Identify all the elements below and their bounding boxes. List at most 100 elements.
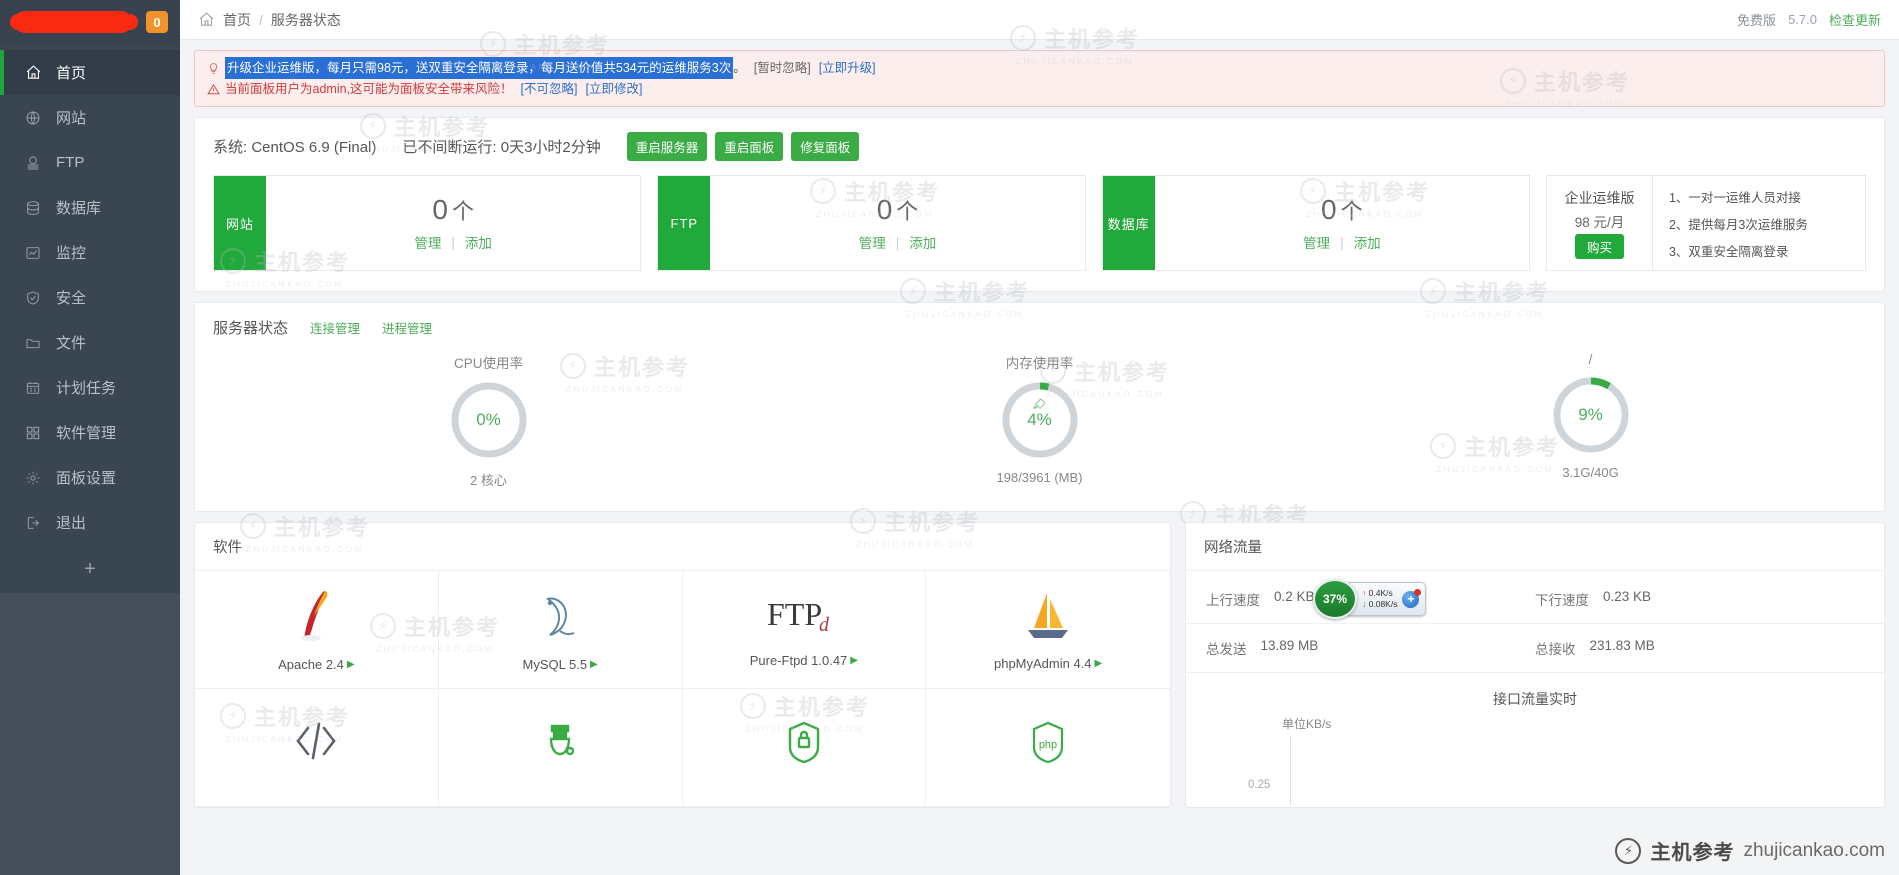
add-link[interactable]: 添加 [909, 232, 936, 252]
stat-card-side-label: 数据库 [1102, 176, 1155, 270]
sidebar-item-website[interactable]: 网站 [0, 95, 180, 140]
mysql-dolphin-icon [534, 587, 586, 643]
software-item-php[interactable]: php [926, 689, 1170, 807]
software-item-label: phpMyAdmin 4.4 ▶ [993, 656, 1103, 671]
database-icon [22, 197, 44, 219]
sidebar-item-database[interactable]: 数据库 [0, 185, 180, 230]
brand-domain: zhujicankao.com [1743, 839, 1885, 861]
gauge-subtext: 2 核心 [470, 473, 507, 488]
stat-card-unit: 个 [1340, 199, 1363, 224]
gauge-label: CPU使用率 [453, 356, 523, 371]
alert-upgrade-tail: 。 [733, 61, 746, 75]
home-icon[interactable] [198, 11, 215, 28]
system-overview-panel: 系统: CentOS 6.9 (Final) 已不间断运行: 0天3小时2分钟 … [194, 117, 1885, 292]
breadcrumb-home[interactable]: 首页 [223, 10, 251, 30]
plus-badge-icon[interactable]: + [1402, 588, 1422, 608]
stat-card-unit: 个 [896, 199, 919, 224]
sidebar-item-label: 监控 [56, 245, 87, 262]
software-item-tomcat[interactable] [438, 689, 683, 807]
promo-feature-item: 3、双重安全隔离登录 [1668, 244, 1789, 259]
alert-upgrade-link[interactable]: [立即升级] [819, 58, 876, 78]
netspeed-panel[interactable]: ↑ 0.4K/s ↓ 0.08K/s + [1345, 582, 1427, 616]
alert-modify-link[interactable]: [立即修改] [585, 79, 642, 99]
svg-text:php: php [1039, 739, 1057, 751]
server-status-header: 服务器状态 连接管理 进程管理 [195, 303, 1884, 352]
brand-name-cn: 主机参考 [1650, 842, 1735, 864]
gauge-value: 0% [476, 410, 501, 429]
sidebar-item-label: FTP [56, 154, 85, 171]
software-item-phpmyadmin[interactable]: phpMyAdmin 4.4 ▶ [926, 571, 1170, 689]
sidebar-item-label: 面板设置 [56, 470, 117, 487]
stat-card-side-label: 网站 [214, 176, 266, 270]
sidebar-item-files[interactable]: 文件 [0, 320, 180, 365]
code-brackets-icon [291, 718, 341, 764]
software-item-pureftpd[interactable]: FTP d Pure-Ftpd 1.0.47 ▶ [682, 571, 927, 689]
total-received-label: 总接收 [1535, 642, 1576, 657]
software-item-label: Apache 2.4 ▶ [278, 657, 355, 672]
repair-panel-button[interactable]: 修复面板 [791, 132, 860, 161]
os-label: 系统: CentOS 6.9 (Final) [213, 139, 377, 156]
total-received-value: 231.83 MB [1589, 638, 1655, 653]
software-item-apache[interactable]: Apache 2.4 ▶ [195, 571, 439, 689]
sidebar-item-logout[interactable]: 退出 [0, 500, 180, 545]
gauge-cpu: CPU使用率 0% 2 核心 [213, 352, 764, 489]
breadcrumb: 首页 / 服务器状态 [198, 10, 341, 30]
download-speed-cell: 下行速度 0.23 KB [1535, 589, 1864, 609]
check-update-link[interactable]: 检查更新 [1829, 10, 1881, 29]
software-item-code[interactable] [195, 689, 439, 807]
process-manager-link[interactable]: 进程管理 [382, 318, 432, 337]
sidebar-item-ftp[interactable]: FTP [0, 140, 180, 185]
restart-panel-button[interactable]: 重启面板 [715, 132, 784, 161]
sidebar-item-label: 网站 [56, 110, 87, 127]
total-sent-cell: 总发送 13.89 MB [1206, 638, 1535, 658]
sidebar-item-monitor[interactable]: 监控 [0, 230, 180, 275]
total-sent-label: 总发送 [1206, 642, 1247, 657]
netspeed-percent[interactable]: 37% [1313, 579, 1357, 619]
connection-manager-link[interactable]: 连接管理 [310, 318, 360, 337]
notification-badge[interactable]: 0 [146, 11, 168, 33]
shield-check-icon [22, 287, 44, 309]
stat-card-count-wrap: 0个 [1321, 194, 1363, 226]
manage-link[interactable]: 管理 [1303, 232, 1330, 252]
chart-unit-label: 单位KB/s [1282, 717, 1332, 731]
server-status-panel: 服务器状态 连接管理 进程管理 CPU使用率 0% 2 核心 内存使用率 4% … [194, 302, 1885, 512]
warning-triangle-icon [207, 83, 225, 96]
promo-price: 98 元/月 [1574, 214, 1625, 230]
sidebar-item-cron[interactable]: 计划任务 [0, 365, 180, 410]
sidebar-item-home[interactable]: 首页 [0, 50, 180, 95]
sidebar-item-security[interactable]: 安全 [0, 275, 180, 320]
link-divider: | [451, 234, 455, 250]
network-chart-title: 接口流量实时 [1493, 691, 1577, 707]
add-link[interactable]: 添加 [465, 232, 492, 252]
add-link[interactable]: 添加 [1354, 232, 1381, 252]
stat-card-count-wrap: 0个 [432, 194, 474, 226]
alert-cannot-ignore-link[interactable]: [不可忽略] [521, 79, 578, 99]
software-item-ssl[interactable] [682, 689, 927, 807]
phpmyadmin-sailboat-icon [1021, 588, 1075, 642]
download-speed-value: 0.23 KB [1603, 589, 1652, 604]
stat-card-database: 数据库 0个 管理 | 添加 [1101, 175, 1530, 271]
netspeed-floating-widget[interactable]: 37% ↑ 0.4K/s ↓ 0.08K/s + [1313, 579, 1427, 619]
svg-text:d: d [819, 614, 830, 636]
ftp-icon [22, 152, 44, 174]
software-item-mysql[interactable]: MySQL 5.5 ▶ [438, 571, 683, 689]
system-action-buttons: 重启服务器 重启面板 修复面板 [626, 132, 860, 161]
restart-server-button[interactable]: 重启服务器 [626, 132, 708, 161]
sidebar-item-settings[interactable]: 面板设置 [0, 455, 180, 500]
manage-link[interactable]: 管理 [859, 232, 886, 252]
home-icon [22, 62, 44, 84]
stat-card-count: 0 [876, 194, 893, 225]
uptime-label: 已不间断运行: 0天3小时2分钟 [402, 139, 601, 156]
gauge-label: / [1588, 352, 1593, 367]
sidebar-item-label: 文件 [56, 335, 87, 352]
sidebar-item-software[interactable]: 软件管理 [0, 410, 180, 455]
sidebar-add-button[interactable]: + [0, 545, 180, 593]
sidebar-item-label: 计划任务 [56, 380, 117, 397]
alert-ignore-link[interactable]: [暂时忽略] [754, 58, 811, 78]
brand-logo-icon: ⚡ [1615, 837, 1642, 864]
stat-card-count: 0 [1321, 194, 1337, 225]
manage-link[interactable]: 管理 [414, 232, 441, 252]
software-item-label: MySQL 5.5 ▶ [522, 657, 598, 672]
buy-button[interactable]: 购买 [1574, 233, 1624, 259]
software-panel: 软件 Apache 2.4 ▶ MySQL 5.5 ▶ FTP d Pure-F… [194, 522, 1171, 808]
